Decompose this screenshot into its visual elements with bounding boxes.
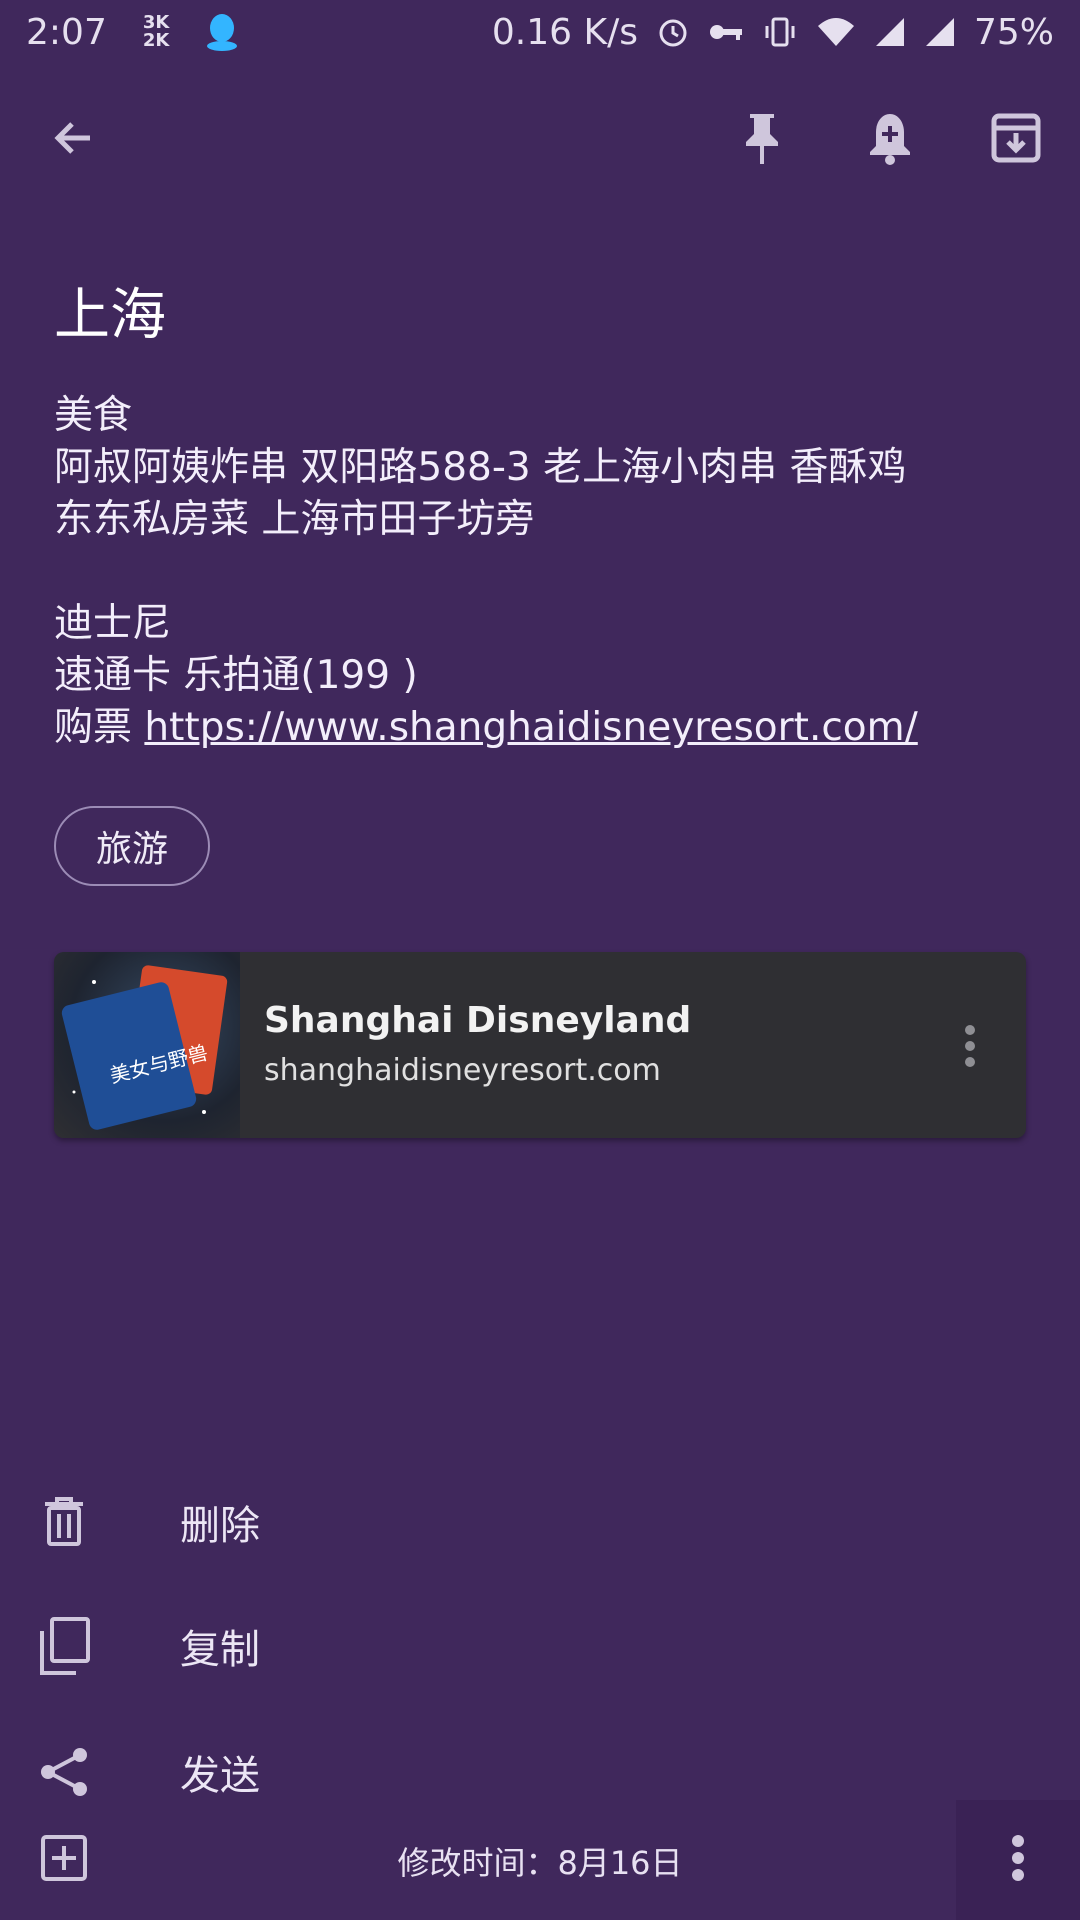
link-domain: shanghaidisneyresort.com: [264, 1053, 661, 1088]
alarm-icon: [656, 15, 690, 49]
battery-level: 75%: [973, 11, 1054, 53]
link-thumbnail: 美女与野兽: [54, 952, 240, 1138]
share-icon: [34, 1742, 94, 1802]
note-blank-line: [54, 546, 1034, 598]
note-line: 阿叔阿姨炸串 双阳路588-3 老上海小肉串 香酥鸡: [54, 445, 907, 490]
pin-button[interactable]: [722, 100, 802, 180]
signal-icon-2: [924, 16, 956, 48]
note-line-ticket: 购票 https://www.shanghaidisneyresort.com/: [54, 702, 1034, 754]
note-line: 迪士尼: [54, 601, 172, 646]
network-speed: 0.16 K/s: [491, 11, 638, 53]
reminder-button[interactable]: [850, 100, 930, 180]
note-line: 速通卡 乐拍通(199 ): [54, 653, 418, 698]
note-line: 美食: [54, 393, 133, 438]
back-button[interactable]: [34, 100, 114, 180]
more-vert-icon: [964, 1024, 976, 1072]
signal-icon: [874, 16, 906, 48]
speed-indicator: 3K 2K: [142, 12, 170, 51]
menu-item-delete[interactable]: 删除: [0, 1460, 1080, 1584]
more-options-button[interactable]: [956, 1800, 1080, 1920]
vibrate-icon: [762, 14, 798, 50]
vpn-key-icon: [708, 20, 744, 44]
reminder-bell-icon: [866, 110, 914, 170]
archive-icon: [991, 113, 1041, 167]
ticket-prefix: 购票: [54, 705, 145, 750]
menu-label-delete: 删除: [180, 1503, 260, 1549]
link-more-button[interactable]: [950, 1018, 990, 1078]
menu-label-send: 发送: [180, 1753, 260, 1799]
menu-item-copy[interactable]: 复制: [0, 1584, 1080, 1708]
note-body[interactable]: 美食 阿叔阿姨炸串 双阳路588-3 老上海小肉串 香酥鸡 东东私房菜 上海市田…: [54, 390, 1034, 754]
clock: 2:07: [26, 11, 107, 53]
link-preview-card[interactable]: 美女与野兽 Shanghai Disneyland shanghaidisney…: [54, 952, 1026, 1138]
trash-icon: [34, 1492, 94, 1552]
note-toolbar: [0, 100, 1080, 180]
ticket-link[interactable]: https://www.shanghaidisneyresort.com/: [144, 705, 917, 750]
label-chip[interactable]: 旅游: [54, 806, 211, 886]
menu-label-copy: 复制: [180, 1627, 260, 1673]
copy-icon: [34, 1616, 94, 1676]
more-vert-icon: [1011, 1834, 1025, 1886]
note-line: 东东私房菜 上海市田子坊旁: [54, 497, 535, 542]
wifi-icon: [816, 16, 856, 48]
modified-time: 修改时间：8月16日: [397, 1844, 683, 1882]
archive-button[interactable]: [976, 100, 1056, 180]
pin-icon: [740, 110, 784, 170]
back-arrow-icon: [50, 114, 98, 166]
status-bar: 2:07 3K 2K 0.16 K/s 75%: [0, 0, 1080, 64]
qq-icon: [205, 12, 239, 52]
note-title[interactable]: 上海: [54, 270, 166, 351]
bottom-bar: 修改时间：8月16日: [0, 1800, 1080, 1920]
link-title: Shanghai Disneyland: [264, 1000, 692, 1041]
